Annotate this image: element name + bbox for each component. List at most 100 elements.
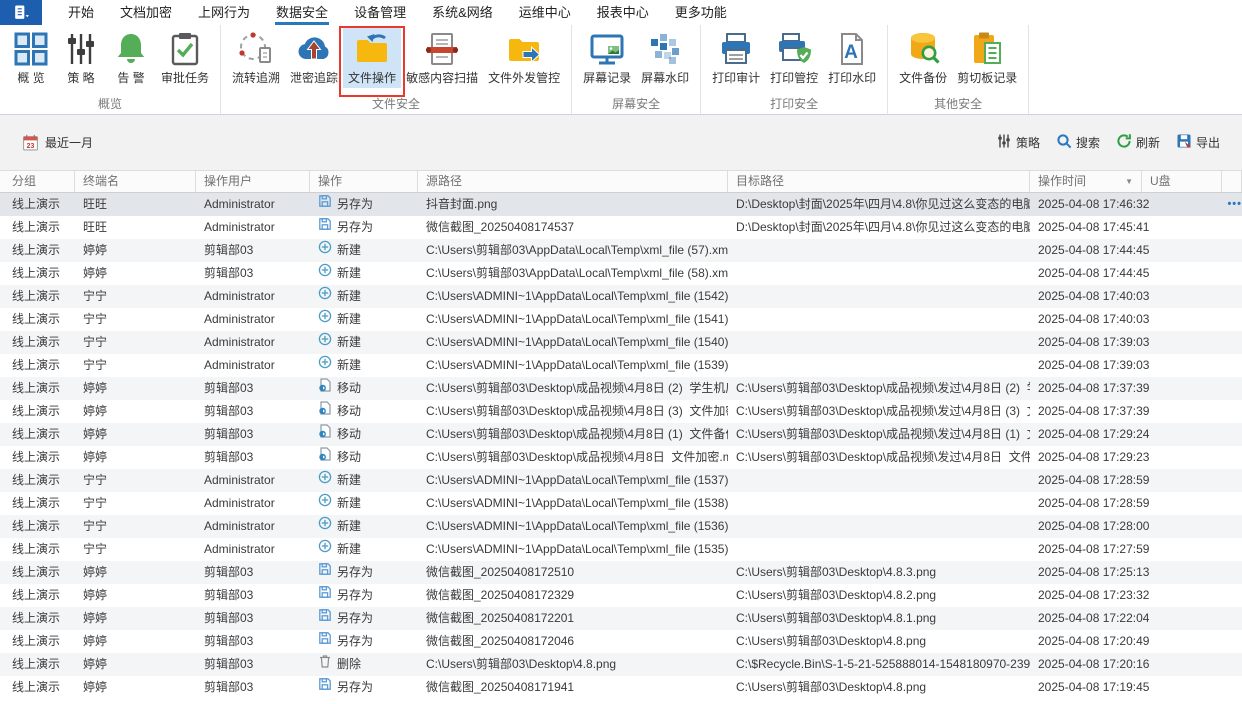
sort-arrow-icon[interactable]: ▼ bbox=[1125, 171, 1133, 192]
ribbon-button[interactable]: 打印管控 bbox=[765, 28, 823, 88]
ribbon-group-title: 文件安全 bbox=[372, 97, 421, 111]
date-range-filter[interactable]: 23 最近一月 bbox=[22, 134, 93, 151]
column-header[interactable]: U盘 bbox=[1142, 171, 1222, 192]
cell-source-path: C:\Users\ADMINI~1\AppData\Local\Temp\xml… bbox=[426, 335, 728, 349]
ribbon-button[interactable]: 概 览 bbox=[6, 28, 56, 88]
ribbon-button[interactable]: 告 警 bbox=[106, 28, 156, 88]
column-header[interactable]: 源路径 bbox=[418, 171, 728, 192]
table-row[interactable]: 线上演示 婷婷 剪辑部03 移动 C:\Users\剪辑部03\Desktop\成品视频… bbox=[0, 446, 1242, 469]
table-row[interactable]: 线上演示 宁宁 Administrator 新建 C:\Users\ADMINI~1\A… bbox=[0, 354, 1242, 377]
menu-tabs: 开始 文档加密 上网行为 数据安全 设备管理 系统&网络 运维中心 报表中心 更多功能 bbox=[55, 0, 740, 25]
table-row[interactable]: 线上演示 婷婷 剪辑部03 另存为 微信截图_20250408172510 C:\User… bbox=[0, 561, 1242, 584]
cell-user: Administrator bbox=[204, 335, 275, 349]
toolbar-action-search[interactable]: 搜索 bbox=[1056, 133, 1100, 152]
column-header[interactable]: 终端名 bbox=[75, 171, 196, 192]
menu-tab[interactable]: 设备管理 bbox=[341, 0, 419, 25]
table-row[interactable]: 线上演示 婷婷 剪辑部03 另存为 微信截图_20250408172046 C:\User… bbox=[0, 630, 1242, 653]
column-header[interactable]: 操作时间 ▼ bbox=[1030, 171, 1142, 192]
ribbon-button[interactable]: 策 略 bbox=[56, 28, 106, 88]
column-header[interactable] bbox=[1222, 171, 1242, 192]
cell-usb bbox=[1142, 630, 1222, 653]
column-header[interactable]: 目标路径 bbox=[728, 171, 1030, 192]
cell-target-path: C:\$Recycle.Bin\S-1-5-21-525888014-15481… bbox=[736, 657, 1030, 671]
toolbar-action-tune[interactable]: 策略 bbox=[996, 133, 1040, 152]
table-row[interactable]: 线上演示 宁宁 Administrator 新建 C:\Users\ADMINI~1\A… bbox=[0, 308, 1242, 331]
export-icon bbox=[1176, 133, 1192, 152]
table-row[interactable]: 线上演示 婷婷 剪辑部03 另存为 微信截图_20250408172329 C:\User… bbox=[0, 584, 1242, 607]
menu-tab[interactable]: 系统&网络 bbox=[419, 0, 506, 25]
ribbon-button[interactable]: A 打印水印 bbox=[823, 28, 881, 88]
cell-group: 线上演示 bbox=[12, 266, 61, 280]
cell-usb bbox=[1142, 216, 1222, 239]
cell-user: 剪辑部03 bbox=[204, 266, 254, 280]
table-row[interactable]: 线上演示 宁宁 Administrator 新建 C:\Users\ADMINI~1\A… bbox=[0, 469, 1242, 492]
cell-group: 线上演示 bbox=[12, 220, 61, 234]
ribbon-button[interactable]: 文件备份 bbox=[894, 28, 952, 88]
save-as-icon bbox=[318, 676, 332, 699]
ribbon-group-title: 屏幕安全 bbox=[612, 97, 661, 111]
cell-target-path bbox=[728, 354, 1030, 377]
table-row[interactable]: 线上演示 宁宁 Administrator 新建 C:\Users\ADMINI~1\A… bbox=[0, 285, 1242, 308]
ribbon-button[interactable]: 文件外发管控 bbox=[483, 28, 565, 88]
table-row[interactable]: 线上演示 婷婷 剪辑部03 另存为 微信截图_20250408172201 C:\User… bbox=[0, 607, 1242, 630]
table-row[interactable]: 线上演示 旺旺 Administrator 另存为 抖音封面.png D:\Desktop… bbox=[0, 193, 1242, 216]
table-row[interactable]: 线上演示 婷婷 剪辑部03 移动 C:\Users\剪辑部03\Desktop\成品视频… bbox=[0, 423, 1242, 446]
table-row[interactable]: 线上演示 宁宁 Administrator 新建 C:\Users\ADMINI~1\A… bbox=[0, 515, 1242, 538]
table-row[interactable]: 线上演示 婷婷 剪辑部03 删除 C:\Users\剪辑部03\Desktop\4.8.… bbox=[0, 653, 1242, 676]
ribbon-button[interactable]: 流转追溯 bbox=[227, 28, 285, 88]
trace-icon bbox=[238, 31, 274, 67]
app-menu-button[interactable] bbox=[0, 0, 42, 25]
cell-source-path: C:\Users\剪辑部03\Desktop\成品视频\4月8日 (1) 文件备… bbox=[426, 427, 728, 441]
table-row[interactable]: 线上演示 宁宁 Administrator 新建 C:\Users\ADMINI~1\A… bbox=[0, 538, 1242, 561]
menu-tab[interactable]: 更多功能 bbox=[662, 0, 740, 25]
ribbon-button[interactable]: 敏感内容扫描 bbox=[401, 28, 483, 88]
ribbon-button[interactable]: 屏幕水印 bbox=[636, 28, 694, 88]
menu-tab[interactable]: 上网行为 bbox=[185, 0, 263, 25]
ribbon-button[interactable]: 审批任务 bbox=[156, 28, 214, 88]
cell-terminal: 宁宁 bbox=[83, 335, 108, 349]
operation-label: 新建 bbox=[337, 473, 362, 487]
cell-source-path: 微信截图_20250408172329 bbox=[426, 588, 575, 602]
search-icon bbox=[1056, 133, 1072, 152]
save-as-icon bbox=[318, 630, 332, 653]
ribbon-button[interactable]: 泄密追踪 bbox=[285, 28, 343, 88]
new-icon bbox=[318, 515, 332, 538]
table-row[interactable]: 线上演示 婷婷 剪辑部03 新建 C:\Users\剪辑部03\AppData\Loca… bbox=[0, 262, 1242, 285]
row-menu-button[interactable]: ••• bbox=[1222, 193, 1242, 216]
toolbar-action-refresh[interactable]: 刷新 bbox=[1116, 133, 1160, 152]
table-row[interactable]: 线上演示 宁宁 Administrator 新建 C:\Users\ADMINI~1\A… bbox=[0, 331, 1242, 354]
table-row[interactable]: 线上演示 婷婷 剪辑部03 新建 C:\Users\剪辑部03\AppData\Loca… bbox=[0, 239, 1242, 262]
ribbon-group: 屏幕记录 屏幕水印屏幕安全 bbox=[572, 25, 702, 114]
cell-operation: 新建 bbox=[310, 515, 418, 538]
menu-tab[interactable]: 文档加密 bbox=[107, 0, 185, 25]
ribbon-button[interactable]: 打印审计 bbox=[707, 28, 765, 88]
cell-user: 剪辑部03 bbox=[204, 381, 254, 395]
ribbon-button-label: 概 览 bbox=[17, 71, 45, 85]
cell-group: 线上演示 bbox=[12, 588, 61, 602]
ribbon-button-label: 打印管控 bbox=[770, 71, 819, 85]
ribbon-button-label: 打印水印 bbox=[828, 71, 877, 85]
cell-terminal: 宁宁 bbox=[83, 496, 108, 510]
ribbon-button[interactable]: 屏幕记录 bbox=[578, 28, 636, 88]
new-icon bbox=[318, 492, 332, 515]
menu-tab[interactable]: 运维中心 bbox=[506, 0, 584, 25]
column-header[interactable]: 操作 bbox=[310, 171, 418, 192]
ribbon-button[interactable]: 文件操作 bbox=[339, 26, 406, 97]
table-row[interactable]: 线上演示 婷婷 剪辑部03 移动 C:\Users\剪辑部03\Desktop\成品视频… bbox=[0, 377, 1242, 400]
toolbar-action-export[interactable]: 导出 bbox=[1176, 133, 1220, 152]
cell-menu bbox=[1222, 538, 1242, 561]
table-row[interactable]: 线上演示 旺旺 Administrator 另存为 微信截图_2025040817453… bbox=[0, 216, 1242, 239]
column-header[interactable]: 分组 bbox=[0, 171, 75, 192]
menu-tab[interactable]: 报表中心 bbox=[584, 0, 662, 25]
column-header[interactable]: 操作用户 bbox=[196, 171, 310, 192]
menu-tab[interactable]: 数据安全 bbox=[263, 0, 341, 25]
table-row[interactable]: 线上演示 婷婷 剪辑部03 另存为 微信截图_20250408171941 C:\User… bbox=[0, 676, 1242, 699]
cell-operation: 新建 bbox=[310, 469, 418, 492]
cell-menu bbox=[1222, 423, 1242, 446]
cell-usb bbox=[1142, 377, 1222, 400]
table-row[interactable]: 线上演示 宁宁 Administrator 新建 C:\Users\ADMINI~1\A… bbox=[0, 492, 1242, 515]
cell-usb bbox=[1142, 193, 1222, 216]
table-row[interactable]: 线上演示 婷婷 剪辑部03 移动 C:\Users\剪辑部03\Desktop\成品视频… bbox=[0, 400, 1242, 423]
ribbon-button[interactable]: 剪切板记录 bbox=[952, 28, 1022, 88]
menu-tab[interactable]: 开始 bbox=[55, 0, 107, 25]
